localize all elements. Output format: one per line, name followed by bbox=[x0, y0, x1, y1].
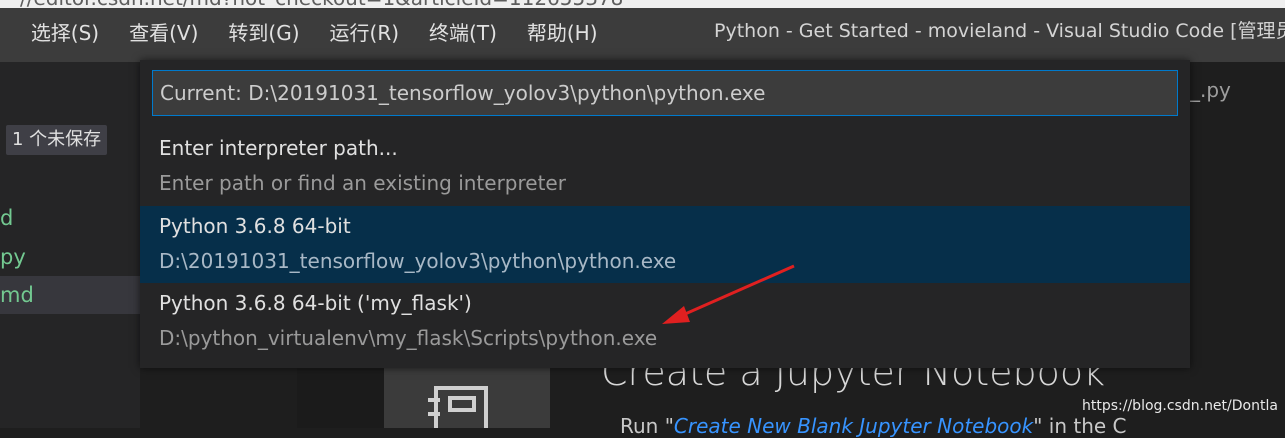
quick-pick-item-detail: D:\20191031_tensorflow_yolov3\python\pyt… bbox=[159, 249, 677, 273]
file-entry[interactable]: d bbox=[0, 199, 140, 237]
window-title: Python - Get Started - movieland - Visua… bbox=[714, 20, 1285, 42]
editor-tab[interactable]: _.py bbox=[1190, 78, 1231, 102]
browser-address-strip: //editor.csdn.net/md?not_checkout=1&arti… bbox=[0, 0, 1285, 8]
menu-item-go[interactable]: 转到(G) bbox=[228, 17, 299, 46]
notebook-icon bbox=[428, 386, 488, 428]
title-bar: ) 选择(S) 查看(V) 转到(G) 运行(R) 终端(T) 帮助(H) Py… bbox=[0, 0, 1285, 62]
create-notebook-link[interactable]: Create New Blank Jupyter Notebook bbox=[674, 414, 1033, 438]
menu-item-edit-partial[interactable]: ) bbox=[0, 19, 1, 43]
watermark: https://blog.csdn.net/Dontla bbox=[1082, 398, 1278, 414]
unsaved-badge: 1 个未保存 bbox=[6, 125, 108, 155]
menu-bar: ) 选择(S) 查看(V) 转到(G) 运行(R) 终端(T) 帮助(H) bbox=[0, 0, 628, 62]
welcome-subtext: Run "Create New Blank Jupyter Notebook" … bbox=[620, 414, 1127, 438]
quick-pick-item-label: Python 3.6.8 64-bit bbox=[159, 214, 351, 238]
quick-pick-item-label: Python 3.6.8 64-bit ('my_flask') bbox=[159, 291, 472, 315]
quick-pick-item-detail: Enter path or find an existing interpret… bbox=[159, 171, 566, 195]
browser-address-text: //editor.csdn.net/md?not_checkout=1&arti… bbox=[20, 0, 623, 8]
menu-item-terminal[interactable]: 终端(T) bbox=[429, 17, 497, 46]
menu-item-help[interactable]: 帮助(H) bbox=[527, 17, 598, 46]
quick-pick-item-detail: D:\python_virtualenv\my_flask\Scripts\py… bbox=[159, 326, 658, 350]
annotation-arrow-icon bbox=[662, 264, 795, 324]
menu-item-selection[interactable]: 选择(S) bbox=[31, 17, 99, 46]
welcome-sub-suffix: " in the C bbox=[1033, 414, 1127, 438]
interpreter-search-input[interactable] bbox=[152, 70, 1178, 116]
quick-pick-item-label: Enter interpreter path... bbox=[159, 136, 398, 160]
menu-item-view[interactable]: 查看(V) bbox=[129, 17, 198, 46]
welcome-sub-prefix: Run " bbox=[620, 414, 674, 438]
file-entry-selected[interactable]: md bbox=[0, 276, 140, 314]
welcome-panel-left bbox=[297, 360, 384, 428]
file-entry[interactable]: py bbox=[0, 238, 140, 276]
menu-item-run[interactable]: 运行(R) bbox=[330, 17, 400, 46]
quick-pick-item-enter-path[interactable]: Enter interpreter path... Enter path or … bbox=[140, 128, 1190, 205]
